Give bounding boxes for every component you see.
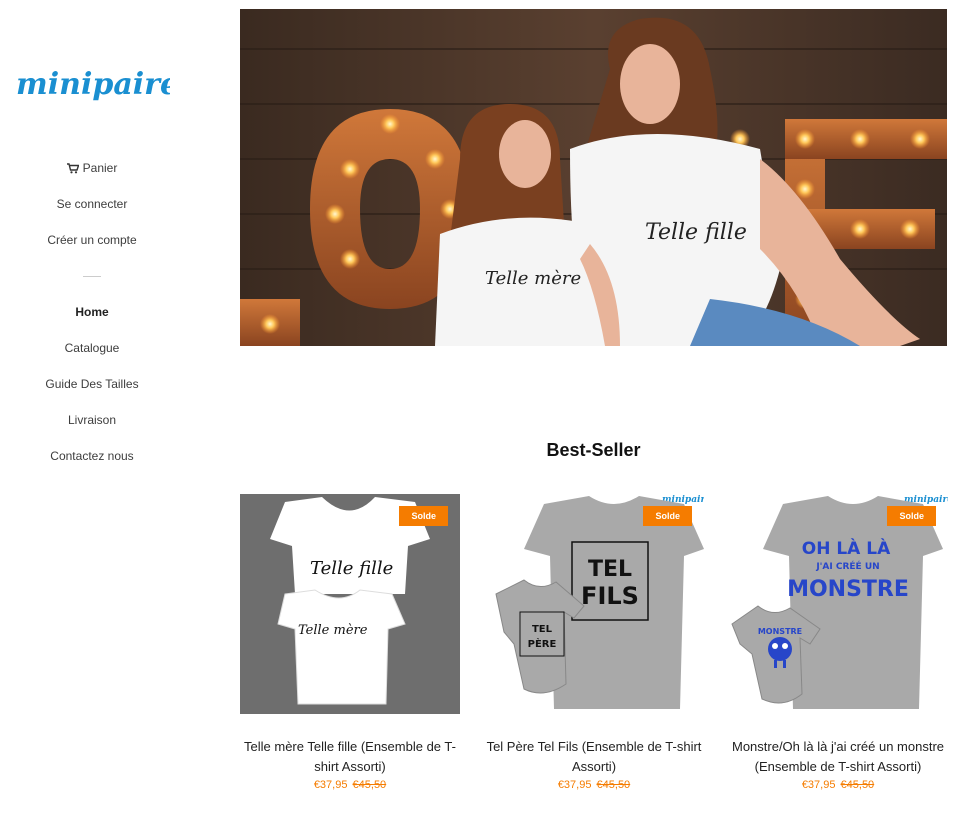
- nav-divider: [83, 275, 101, 277]
- product-card[interactable]: minipaire OH LÀ LÀ J'AI CRÉÉ UN MONSTRE …: [728, 494, 948, 791]
- svg-text:minipaire: minipaire: [16, 67, 170, 102]
- nav-item-home[interactable]: Home: [0, 294, 184, 330]
- sale-badge: Solde: [399, 506, 448, 526]
- print-line-3: MONSTRE: [787, 577, 909, 602]
- cart-label: Panier: [82, 161, 118, 175]
- product-image[interactable]: Telle fille Telle mère Solde: [240, 494, 460, 714]
- hero-shirt-text-daughter: Telle mère: [485, 268, 581, 289]
- print-small-2: PÈRE: [528, 637, 557, 650]
- product-price: €37,95 €45,50: [728, 779, 948, 791]
- nav-item-contact[interactable]: Contactez nous: [0, 438, 184, 474]
- print-big-1: TEL: [588, 557, 632, 582]
- hero-image: Telle fille Telle mère: [240, 9, 947, 346]
- product-card[interactable]: Telle fille Telle mère Solde Telle mère …: [240, 494, 460, 791]
- nav-item-catalogue[interactable]: Catalogue: [0, 330, 184, 366]
- print-small-1: TEL: [532, 624, 553, 635]
- hero-shirt-text-mother: Telle fille: [645, 220, 747, 245]
- sidebar-nav: Panier Se connecter Créer un compte Home…: [0, 150, 184, 474]
- product-print-bottom: Telle mère: [298, 623, 368, 638]
- product-image-graphic: minipaire TEL FILS TEL PÈRE: [484, 494, 704, 714]
- sale-badge: Solde: [643, 506, 692, 526]
- sale-badge: Solde: [887, 506, 936, 526]
- nav-item-size-guide[interactable]: Guide Des Tailles: [0, 366, 184, 402]
- product-title[interactable]: Tel Père Tel Fils (Ensemble de T-shirt A…: [484, 737, 704, 777]
- product-price: €37,95 €45,50: [484, 779, 704, 791]
- old-price: €45,50: [840, 779, 875, 791]
- register-link[interactable]: Créer un compte: [0, 222, 184, 258]
- sidebar: minipaire Panier Se connecter Créer un c…: [0, 0, 184, 825]
- current-price: €37,95: [557, 779, 592, 791]
- hero-banner: Telle fille Telle mère: [240, 9, 947, 346]
- product-image[interactable]: minipaire TEL FILS TEL PÈRE Solde: [484, 494, 704, 714]
- product-image-graphic: Telle fille Telle mère: [240, 494, 460, 714]
- current-price: €37,95: [313, 779, 348, 791]
- print-line-2: J'AI CRÉÉ UN: [815, 560, 879, 572]
- product-image[interactable]: minipaire OH LÀ LÀ J'AI CRÉÉ UN MONSTRE …: [728, 494, 948, 714]
- nav-divider-wrap: [0, 258, 184, 294]
- product-title[interactable]: Telle mère Telle fille (Ensemble de T-sh…: [240, 737, 460, 777]
- print-line-1: OH LÀ LÀ: [802, 537, 891, 559]
- old-price: €45,50: [596, 779, 631, 791]
- print-big-2: FILS: [581, 582, 639, 610]
- product-price: €37,95 €45,50: [240, 779, 460, 791]
- cart-icon: [66, 162, 79, 173]
- product-image-graphic: minipaire OH LÀ LÀ J'AI CRÉÉ UN MONSTRE …: [728, 494, 948, 714]
- product-title[interactable]: Monstre/Oh là là j'ai créé un monstre (E…: [728, 737, 948, 777]
- print-small: MONSTRE: [758, 627, 802, 636]
- nav-item-delivery[interactable]: Livraison: [0, 402, 184, 438]
- best-seller-title: Best-Seller: [546, 440, 641, 460]
- login-link[interactable]: Se connecter: [0, 186, 184, 222]
- current-price: €37,95: [801, 779, 836, 791]
- cart-link[interactable]: Panier: [0, 150, 184, 186]
- product-print-top: Telle fille: [310, 558, 393, 579]
- old-price: €45,50: [352, 779, 387, 791]
- brand-logo[interactable]: minipaire: [14, 64, 170, 108]
- product-card[interactable]: minipaire TEL FILS TEL PÈRE Solde Tel Pè…: [484, 494, 704, 791]
